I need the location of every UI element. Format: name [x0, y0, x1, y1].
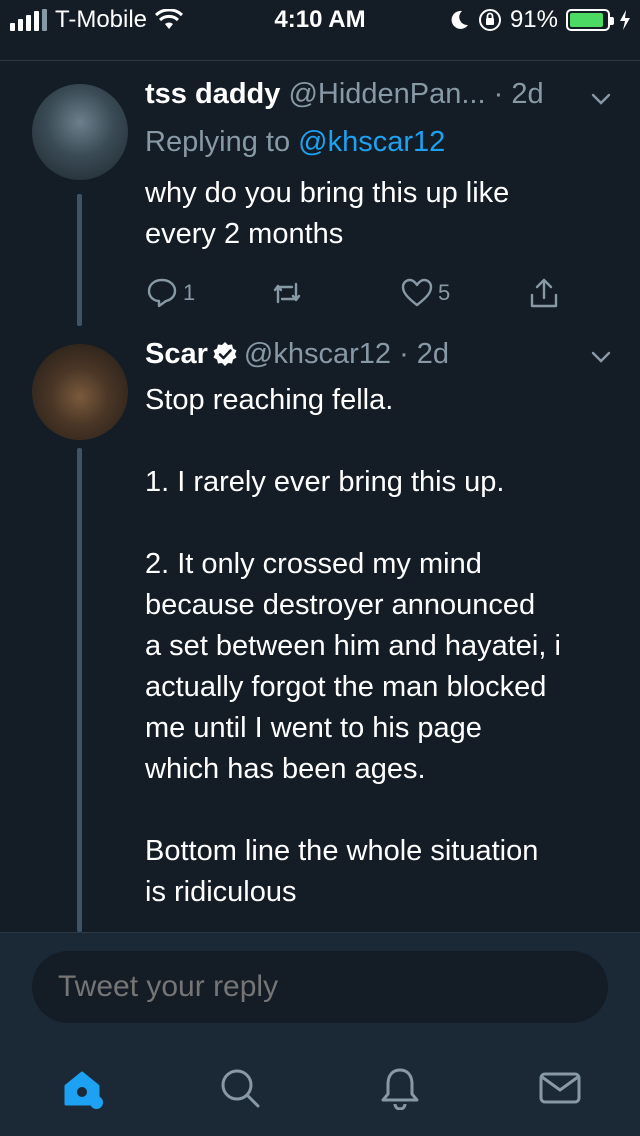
search-icon	[221, 1069, 260, 1108]
reply-button[interactable]: 1	[145, 276, 195, 310]
thread-line	[77, 448, 82, 932]
tab-messages[interactable]	[538, 1066, 582, 1110]
share-icon	[530, 278, 558, 308]
tweet-text: Stop reaching fella. 1. I rarely ever br…	[145, 384, 561, 908]
user-handle[interactable]: @HiddenPan...	[288, 78, 485, 110]
reply-bar	[0, 932, 640, 1040]
chevron-down-icon[interactable]	[590, 88, 612, 110]
thread-line	[77, 194, 82, 326]
share-button[interactable]	[527, 276, 561, 310]
like-count: 5	[438, 280, 451, 305]
display-name[interactable]: tss daddy	[145, 78, 280, 110]
messages-icon	[539, 1072, 581, 1104]
tweet-hiddenpan[interactable]: tss daddy @HiddenPan... · 2d Replying to…	[0, 0, 640, 330]
tweet-reply-input[interactable]	[32, 951, 608, 1023]
tweet-header: Scar @khscar12 · 2d	[145, 338, 620, 371]
replying-to-link[interactable]: @khscar12	[298, 126, 445, 158]
display-name[interactable]: Scar	[145, 338, 208, 370]
tweet-thread-screen: T-Mobile 4:10 AM 91% tss daddy @HiddenPa…	[0, 0, 640, 1136]
avatar-tss-daddy[interactable]	[32, 84, 128, 180]
tab-bar	[0, 1040, 640, 1136]
reply-count: 1	[183, 280, 196, 305]
tweet-header: tss daddy @HiddenPan... · 2d	[145, 78, 620, 111]
like-button[interactable]: 5	[400, 276, 450, 310]
home-notification-dot	[90, 1096, 103, 1109]
verified-badge-icon	[213, 342, 237, 366]
tweet-time: · 2d	[399, 338, 450, 370]
tweet-time: · 2d	[493, 78, 544, 110]
tweet-text: why do you bring this up like every 2 mo…	[145, 177, 510, 250]
replying-to-prefix: Replying to	[145, 126, 299, 158]
tab-notifications[interactable]	[378, 1066, 422, 1111]
retweet-icon	[273, 282, 301, 304]
tweet-actions: 1 5	[145, 276, 585, 312]
tab-search[interactable]	[218, 1066, 262, 1110]
user-handle[interactable]: @khscar12	[244, 338, 391, 370]
chevron-down-icon[interactable]	[590, 346, 612, 368]
heart-icon	[401, 278, 433, 307]
notifications-icon	[381, 1068, 419, 1111]
avatar-scar[interactable]	[32, 344, 128, 440]
tweet-khscar12[interactable]: Scar @khscar12 · 2d Stop reaching fella.…	[0, 330, 640, 932]
retweet-button[interactable]	[270, 276, 304, 310]
replying-to: Replying to @khscar12	[145, 126, 445, 159]
reply-icon	[147, 278, 177, 308]
